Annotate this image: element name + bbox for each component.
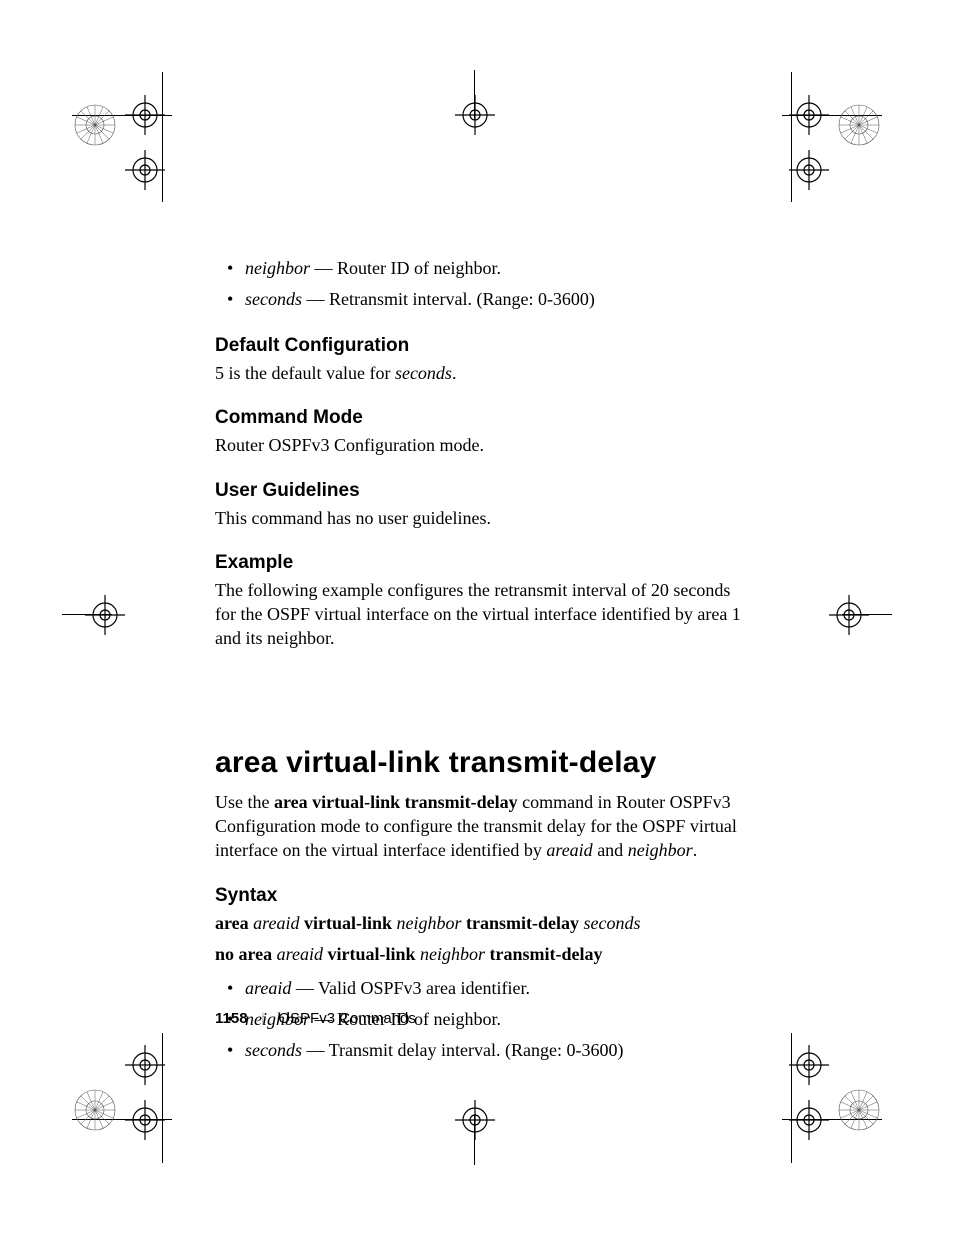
param-term: areaid [245,978,291,998]
list-item: neighbor — Router ID of neighbor. [245,255,745,282]
param-desc: — Valid OSPFv3 area identifier. [291,978,530,998]
syntax-keyword: transmit-delay [490,944,603,964]
syntax-arg: areaid [277,944,323,964]
top-param-list: neighbor — Router ID of neighbor. second… [215,255,745,313]
syntax-keyword: virtual-link [304,913,397,933]
syntax-keyword: transmit-delay [466,913,583,933]
param-term: seconds [245,289,302,309]
crop-line [474,1115,475,1165]
text-user-guidelines: This command has no user guidelines. [215,506,745,530]
page-footer: 1158 | OSPFv3 Commands [215,1010,416,1027]
text-default-configuration: 5 is the default value for seconds. [215,361,745,385]
command-intro: Use the area virtual-link transmit-delay… [215,790,745,863]
registration-mark-icon [65,95,125,155]
crop-line [72,115,172,116]
crop-line [162,1033,163,1163]
syntax-arg: seconds [583,913,640,933]
crop-line [72,1119,172,1120]
crop-line [782,1119,882,1120]
syntax-line-1: area areaid virtual-link neighbor transm… [215,911,745,936]
syntax-keyword: area [215,913,253,933]
syntax-keyword: no area [215,944,277,964]
text-italic: areaid [546,840,592,860]
registration-mark-icon [450,90,500,140]
registration-mark-icon [80,590,130,640]
command-title: area virtual-link transmit-delay [215,746,745,780]
heading-example: Example [215,552,745,574]
crop-line [62,614,112,615]
crop-line [474,70,475,120]
list-item: areaid — Valid OSPFv3 area identifier. [245,975,745,1002]
syntax-arg: neighbor [397,913,467,933]
heading-user-guidelines: User Guidelines [215,480,745,502]
text-example: The following example configures the ret… [215,578,745,651]
heading-syntax: Syntax [215,885,745,907]
param-desc: — Transmit delay interval. (Range: 0-360… [302,1040,623,1060]
footer-section-name: OSPFv3 Commands [278,1010,416,1027]
syntax-arg: neighbor [420,944,490,964]
registration-mark-icon [65,1080,125,1140]
param-desc: — Retransmit interval. (Range: 0-3600) [302,289,595,309]
crop-line [162,72,163,202]
heading-default-configuration: Default Configuration [215,335,745,357]
registration-mark-icon [824,590,874,640]
crop-line [791,72,792,202]
registration-mark-icon [829,95,889,155]
text-italic: neighbor [628,840,693,860]
text-italic: seconds [395,363,452,383]
list-item: seconds — Retransmit interval. (Range: 0… [245,286,745,313]
param-term: neighbor [245,258,310,278]
list-item: seconds — Transmit delay interval. (Rang… [245,1037,745,1064]
crop-line [791,1033,792,1163]
text-bold: area virtual-link transmit-delay [274,792,518,812]
syntax-line-2: no area areaid virtual-link neighbor tra… [215,942,745,967]
page-content: neighbor — Router ID of neighbor. second… [215,255,745,1074]
registration-mark-icon [829,1080,889,1140]
param-desc: — Router ID of neighbor. [310,258,501,278]
text-fragment: . [693,840,698,860]
crop-line [782,115,882,116]
text-fragment: Use the [215,792,274,812]
text-fragment: . [452,363,457,383]
syntax-keyword: virtual-link [328,944,421,964]
heading-command-mode: Command Mode [215,407,745,429]
footer-divider: | [262,1011,265,1027]
text-command-mode: Router OSPFv3 Configuration mode. [215,433,745,457]
param-term: seconds [245,1040,302,1060]
page-number: 1158 [215,1010,248,1027]
syntax-arg: areaid [253,913,299,933]
text-fragment: 5 is the default value for [215,363,395,383]
text-fragment: and [593,840,628,860]
crop-line [842,614,892,615]
registration-mark-icon [450,1095,500,1145]
